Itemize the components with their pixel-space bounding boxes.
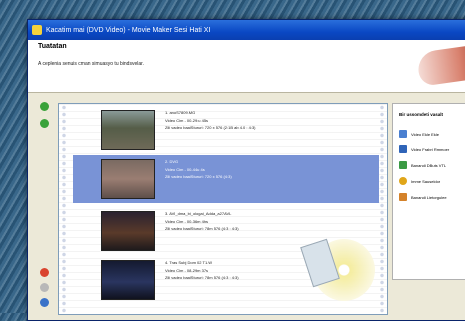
task-dvd-settings[interactable]: Banandi DButs VTL bbox=[399, 161, 446, 169]
move-down-icon[interactable] bbox=[40, 119, 49, 128]
task-image-settings[interactable]: Imme Sauseldor bbox=[399, 177, 440, 185]
clip-info: 4. Tras Subj Dom 02 T1.W Video Cim - 08-… bbox=[165, 259, 239, 282]
task-add-video[interactable]: Video Ekle Ekle bbox=[399, 130, 439, 138]
task-menu-settings[interactable]: Banandi Lietorgulee bbox=[399, 193, 447, 201]
clip-row[interactable]: 1. anoS7809.MG Video Cim - 00-29:u 45s Z… bbox=[73, 106, 379, 154]
add-video-icon bbox=[399, 130, 407, 138]
clip-title: 3. AVI_dma_bi_ologai_Adda_a27AVL bbox=[165, 211, 232, 216]
clip-thumbnail bbox=[101, 211, 155, 251]
title-bar[interactable]: Kacatim mai (DVD Video) - Movie Maker Se… bbox=[28, 20, 465, 40]
clip-duration: Video Cim - 00-44u 4s bbox=[165, 166, 205, 172]
wizard-header: Tuatatan A ceplenia senuis cman simuasyo… bbox=[28, 40, 465, 93]
film-perforation-left bbox=[61, 104, 67, 314]
window-title: Kacatim mai (DVD Video) - Movie Maker Se… bbox=[46, 26, 211, 34]
tasks-panel-title: Bir ussomdeti vasalt bbox=[399, 112, 444, 117]
clip-thumbnail bbox=[101, 110, 155, 150]
film-perforation-right bbox=[379, 104, 385, 314]
clip-info: 2. DVG Video Cim - 00-44u 4s Zili vadeo … bbox=[165, 158, 232, 181]
clip-info: 3. AVI_dma_bi_ologai_Adda_a27AVL Video C… bbox=[165, 210, 239, 233]
properties-icon[interactable] bbox=[40, 283, 49, 292]
header-swoosh-graphic bbox=[415, 43, 465, 87]
clip-list[interactable]: 1. anoS7809.MG Video Cim - 00-29:u 45s Z… bbox=[58, 103, 388, 315]
remove-icon[interactable] bbox=[40, 268, 49, 277]
page-subtitle: A ceplenia senuis cman simuasyo tu binds… bbox=[38, 61, 144, 67]
clip-duration: Video Cim - 00-29:u 45s bbox=[165, 117, 209, 123]
image-settings-icon bbox=[399, 177, 407, 185]
clip-resolution: Zili vadeo baalStururi: 78m 576 (4:3 : 4… bbox=[165, 226, 239, 231]
task-label: Video Ekle Ekle bbox=[411, 131, 439, 137]
page-title: Tuatatan bbox=[38, 43, 67, 50]
clip-resolution: Zili vadeo baalStururi: 78m 576 (4:3 : 4… bbox=[165, 275, 239, 280]
clip-title: 4. Tras Subj Dom 02 T1.W bbox=[165, 260, 213, 265]
clip-thumbnail bbox=[101, 159, 155, 199]
app-icon bbox=[32, 25, 42, 35]
move-up-icon[interactable] bbox=[40, 102, 49, 111]
dvd-settings-icon bbox=[399, 161, 407, 169]
menu-settings-icon bbox=[399, 193, 407, 201]
task-label: Video Frabri Rmmoer bbox=[411, 146, 450, 152]
clip-resolution: Zili vadeo baalStururi: 720 x 576 (2:1B … bbox=[165, 125, 256, 130]
clip-thumbnail bbox=[101, 260, 155, 300]
clip-info: 1. anoS7809.MG Video Cim - 00-29:u 45s Z… bbox=[165, 109, 256, 132]
clip-row[interactable]: 2. DVG Video Cim - 00-44u 4s Zili vadeo … bbox=[73, 155, 379, 203]
clip-resolution: Zili vadeo baalStururi: 720 x 576 (4:3) bbox=[165, 174, 232, 179]
help-icon[interactable] bbox=[40, 298, 49, 307]
task-video-properties[interactable]: Video Frabri Rmmoer bbox=[399, 145, 449, 153]
clip-duration: Video Cim - 08-29m 37s bbox=[165, 267, 209, 273]
video-properties-icon bbox=[399, 145, 407, 153]
clip-action-toolbar bbox=[38, 102, 52, 307]
clip-duration: Video Cim - 00-36m 4hs bbox=[165, 218, 209, 224]
app-window: Kacatim mai (DVD Video) - Movie Maker Se… bbox=[27, 19, 465, 321]
clip-title: 1. anoS7809.MG bbox=[165, 110, 196, 115]
task-label: Banandi Lietorgulee bbox=[411, 194, 447, 200]
task-label: Imme Sauseldor bbox=[411, 178, 441, 184]
task-label: Banandi DButs VTL bbox=[411, 162, 447, 168]
clip-title: 2. DVG bbox=[165, 159, 179, 164]
tasks-panel: Bir ussomdeti vasalt Video Ekle Ekle Vid… bbox=[392, 103, 465, 280]
